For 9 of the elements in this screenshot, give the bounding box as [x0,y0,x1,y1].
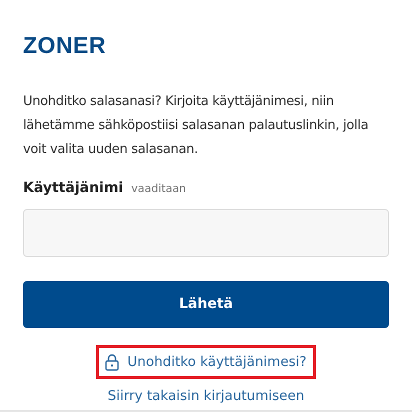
link[interactable]: Unohditko käyttäjänimesi? [96,345,316,380]
submit-button[interactable]: Lähetä [23,281,389,328]
lock-icon [105,354,120,371]
instructions-text: Unohditko salasanasi? Kirjoita käyttäjänimesi, niin lähetämme sähköpostiisi salasanan palautuslinkin, jolla voit valita uuden salasanan. [23,93,370,159]
link[interactable]: Siirry takaisin kirjautumiseen [98,379,314,410]
username-field[interactable] [23,209,389,257]
logo: ZONER [23,34,106,57]
required-hint: vaaditaan [131,181,186,197]
field-label: Käyttäjänimi [23,179,124,198]
